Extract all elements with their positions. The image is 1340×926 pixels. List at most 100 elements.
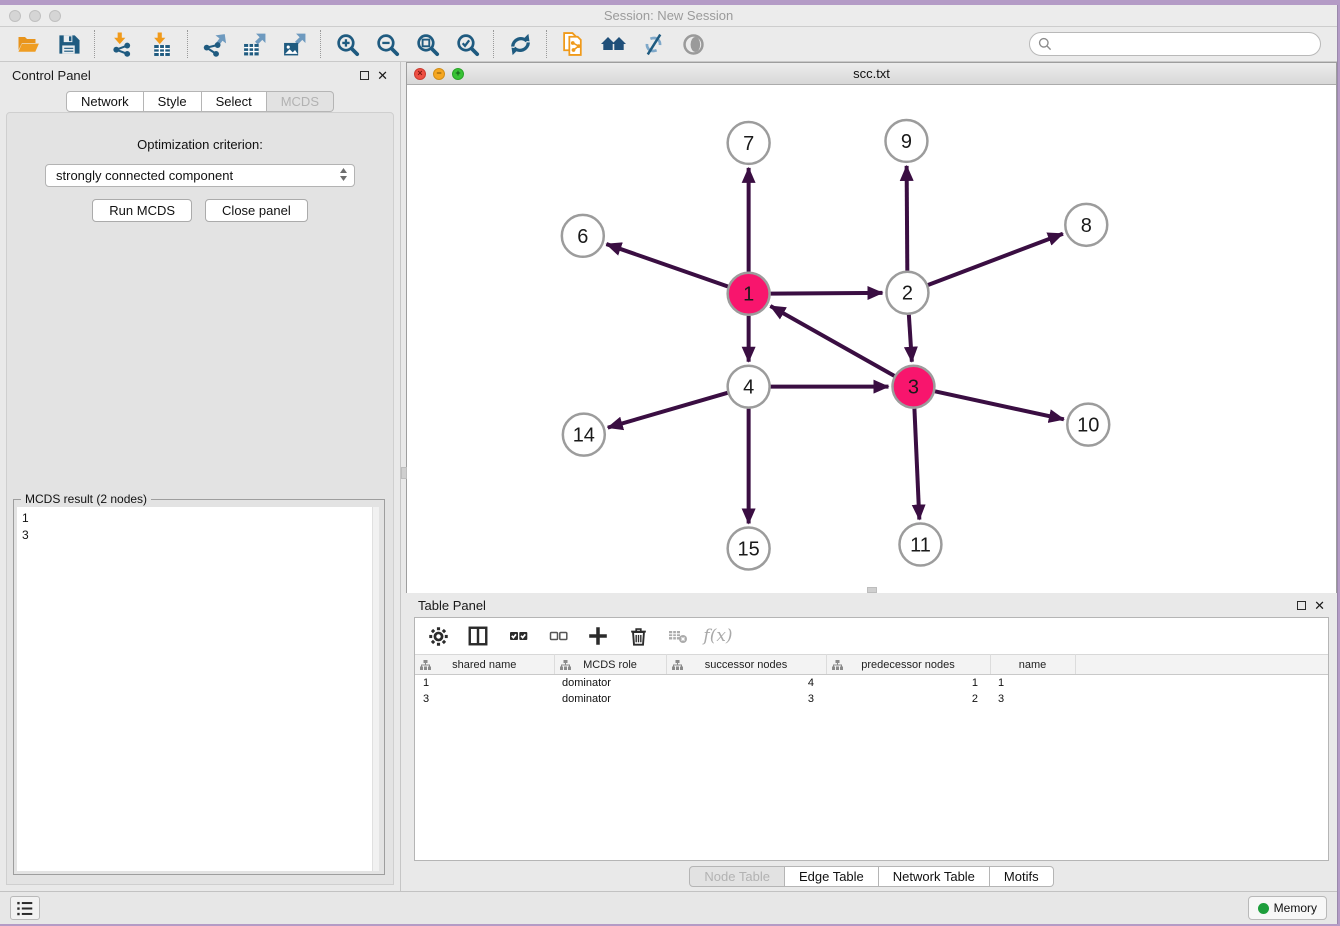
zoom-in-button[interactable] xyxy=(327,29,367,59)
export-table-button[interactable] xyxy=(234,29,274,59)
tab-select[interactable]: Select xyxy=(202,91,267,112)
open-file-button[interactable] xyxy=(8,29,48,59)
graph-edge-3-1[interactable] xyxy=(770,306,894,376)
graph-edge-1-6[interactable] xyxy=(606,244,727,286)
table-row[interactable]: 1 dominator 4 1 1 xyxy=(415,675,1328,691)
export-image-button[interactable] xyxy=(274,29,314,59)
tab-network[interactable]: Network xyxy=(66,91,144,112)
hierarchy-icon xyxy=(832,660,843,673)
graph-node-label-1: 1 xyxy=(743,284,754,306)
tab-style[interactable]: Style xyxy=(144,91,202,112)
run-mcds-button[interactable]: Run MCDS xyxy=(92,199,192,222)
close-panel-icon[interactable]: ✕ xyxy=(377,69,388,82)
export-network-button[interactable] xyxy=(194,29,234,59)
graph-node-label-7: 7 xyxy=(743,133,754,155)
import-table-icon xyxy=(149,32,174,57)
graph-edge-2-3[interactable] xyxy=(909,315,912,362)
presentation-mode-button[interactable] xyxy=(673,29,713,59)
application-window: Session: New Session xyxy=(0,5,1338,924)
function-builder-button[interactable]: f(x) xyxy=(705,623,731,649)
close-panel-button[interactable]: Close panel xyxy=(205,199,308,222)
mcds-result-list[interactable]: 1 3 xyxy=(17,507,379,871)
refresh-button[interactable] xyxy=(500,29,540,59)
float-table-panel-icon[interactable] xyxy=(1297,601,1306,610)
column-header-successor-nodes[interactable]: successor nodes xyxy=(666,655,826,675)
refresh-icon xyxy=(508,32,533,57)
optimization-criterion-dropdown[interactable]: strongly connected component xyxy=(45,164,355,187)
toolbar-separator xyxy=(493,30,494,58)
memory-label: Memory xyxy=(1274,901,1317,915)
graph-node-label-2: 2 xyxy=(902,283,913,305)
delete-table-button[interactable] xyxy=(665,623,691,649)
deselect-all-button[interactable] xyxy=(545,623,571,649)
import-table-button[interactable] xyxy=(141,29,181,59)
graph-edge-4-14[interactable] xyxy=(608,393,728,428)
network-view-window: × − + scc.txt 7968124314101511 xyxy=(406,62,1337,593)
network-canvas[interactable]: 7968124314101511 xyxy=(407,85,1336,593)
node-table-container: f(x) shared name MCDS role successor nod… xyxy=(414,617,1329,861)
control-panel-tabs: Network Style Select MCDS xyxy=(0,88,400,112)
save-session-icon xyxy=(57,33,80,56)
search-input[interactable] xyxy=(1058,35,1320,53)
optimization-criterion-label: Optimization criterion: xyxy=(7,137,393,152)
column-header-name[interactable]: name xyxy=(990,655,1075,675)
tab-motifs[interactable]: Motifs xyxy=(990,866,1054,887)
select-all-icon xyxy=(508,626,529,646)
close-table-panel-icon[interactable]: ✕ xyxy=(1314,599,1325,612)
column-header-predecessor-nodes[interactable]: predecessor nodes xyxy=(826,655,990,675)
zoom-in-icon xyxy=(335,32,360,57)
export-image-icon xyxy=(282,32,307,57)
clone-network-button[interactable] xyxy=(553,29,593,59)
save-session-button[interactable] xyxy=(48,29,88,59)
network-graph[interactable]: 7968124314101511 xyxy=(407,85,1336,593)
export-table-icon xyxy=(242,32,267,57)
horizontal-splitter-handle[interactable] xyxy=(867,587,877,593)
fit-content-button[interactable] xyxy=(407,29,447,59)
hierarchy-icon xyxy=(560,660,571,673)
zoom-selected-icon xyxy=(455,32,480,57)
status-bar: Memory xyxy=(0,891,1337,924)
graph-edge-1-2[interactable] xyxy=(771,293,883,294)
table-row[interactable]: 3 dominator 3 2 3 xyxy=(415,691,1328,707)
import-network-icon xyxy=(109,32,134,57)
home-button[interactable] xyxy=(593,29,633,59)
memory-button[interactable]: Memory xyxy=(1248,896,1327,920)
node-table: shared name MCDS role successor nodes pr… xyxy=(415,654,1328,707)
graph-edge-3-11[interactable] xyxy=(914,409,919,520)
graph-node-label-14: 14 xyxy=(573,425,595,447)
graph-edge-3-10[interactable] xyxy=(935,391,1064,419)
zoom-out-icon xyxy=(375,32,400,57)
hierarchy-icon xyxy=(420,660,431,673)
split-panel-button[interactable] xyxy=(465,623,491,649)
result-scrollbar[interactable] xyxy=(372,507,379,871)
zoom-out-button[interactable] xyxy=(367,29,407,59)
trash-icon xyxy=(628,625,649,647)
mcds-result-title: MCDS result (2 nodes) xyxy=(21,492,151,506)
tab-network-table[interactable]: Network Table xyxy=(879,866,990,887)
vertical-splitter[interactable] xyxy=(400,62,406,891)
tab-node-table[interactable]: Node Table xyxy=(689,866,785,887)
delete-column-button[interactable] xyxy=(625,623,651,649)
memory-status-icon xyxy=(1258,903,1269,914)
float-panel-icon[interactable] xyxy=(360,71,369,80)
tab-edge-table[interactable]: Edge Table xyxy=(785,866,879,887)
search-box xyxy=(1029,32,1321,56)
graph-edge-2-8[interactable] xyxy=(928,234,1063,285)
gear-icon xyxy=(428,626,449,647)
show-graphics-details-button[interactable] xyxy=(633,29,673,59)
network-window-titlebar: × − + scc.txt xyxy=(407,63,1336,85)
fit-content-icon xyxy=(415,32,440,57)
graph-edge-2-9[interactable] xyxy=(907,166,908,271)
graph-node-label-11: 11 xyxy=(910,534,931,556)
select-all-button[interactable] xyxy=(505,623,531,649)
presentation-mode-icon xyxy=(681,32,706,57)
table-settings-button[interactable] xyxy=(425,623,451,649)
add-column-button[interactable] xyxy=(585,623,611,649)
column-header-shared-name[interactable]: shared name xyxy=(415,655,554,675)
zoom-selected-button[interactable] xyxy=(447,29,487,59)
show-panels-button[interactable] xyxy=(10,896,40,920)
import-network-button[interactable] xyxy=(101,29,141,59)
column-header-mcds-role[interactable]: MCDS role xyxy=(554,655,666,675)
result-item: 1 xyxy=(17,507,379,527)
tab-mcds[interactable]: MCDS xyxy=(267,91,334,112)
